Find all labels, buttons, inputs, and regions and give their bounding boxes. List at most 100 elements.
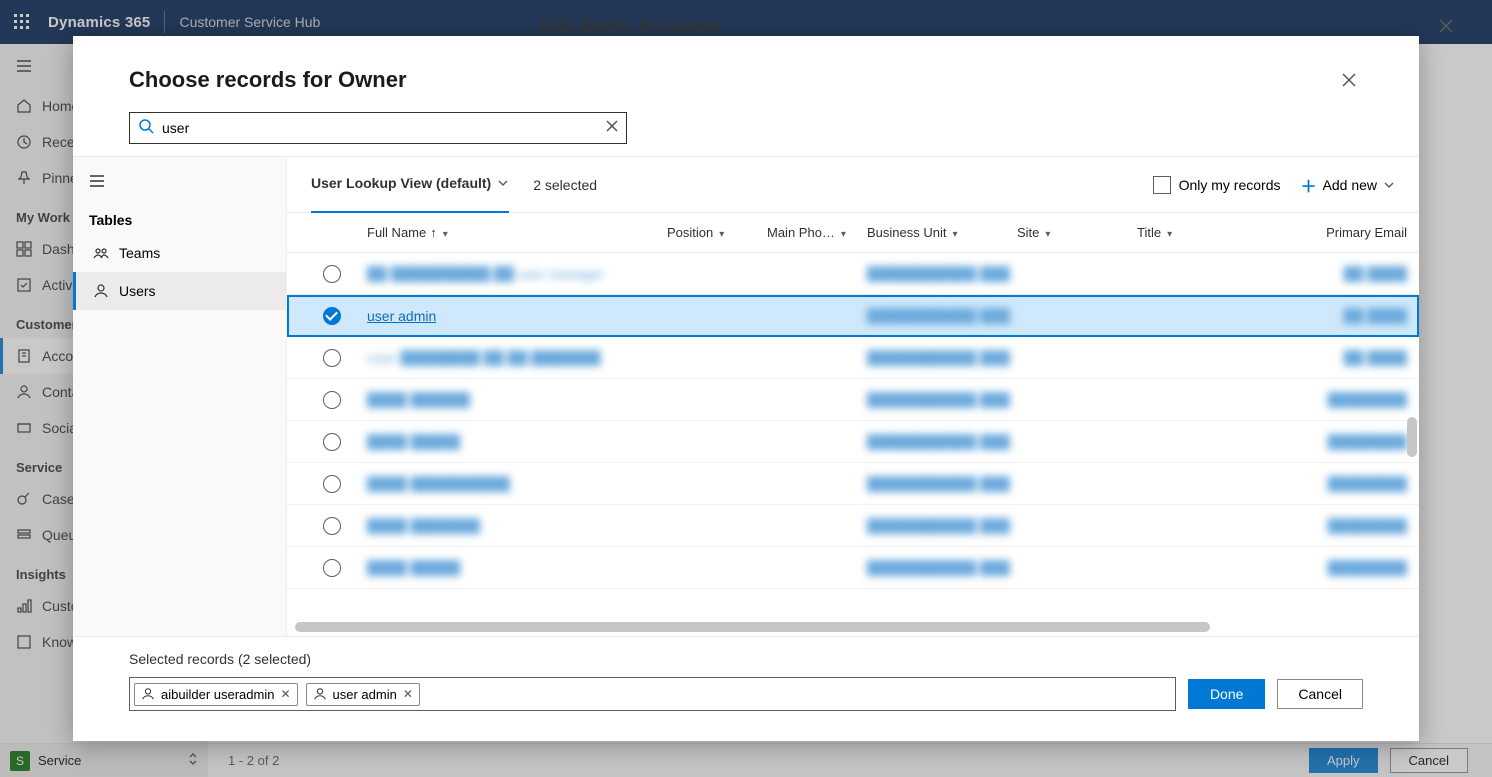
close-icon[interactable] xyxy=(1335,66,1363,94)
selected-count-label: 2 selected xyxy=(533,177,597,193)
column-header-fullname[interactable]: Full Name ↑ xyxy=(367,225,667,240)
person-icon xyxy=(141,687,155,701)
hamburger-icon[interactable] xyxy=(73,165,286,202)
add-new-label: Add new xyxy=(1323,177,1377,193)
cell-email: ██ ████ xyxy=(1237,308,1407,324)
cell-bu: ███████████ ███ xyxy=(867,518,1017,534)
grid-body[interactable]: ██ ██████████ ██ user manager███████████… xyxy=(287,253,1419,622)
cell-email: ████████ xyxy=(1237,518,1407,534)
cell-bu: ███████████ ███ xyxy=(867,434,1017,450)
radio-icon xyxy=(323,433,341,451)
chevron-down-icon xyxy=(497,177,509,189)
cell-bu: ███████████ ███ xyxy=(867,308,1017,324)
plus-icon: ＋ xyxy=(1301,173,1317,197)
cell-email: ██ ████ xyxy=(1237,266,1407,282)
cell-fullname[interactable]: ████ █████ xyxy=(367,434,667,450)
table-row[interactable]: ██ ██████████ ██ user manager ███████████… xyxy=(287,253,1419,295)
cell-email: ████████ xyxy=(1237,476,1407,492)
modal-left-pane: Tables Teams Users xyxy=(73,157,287,636)
table-item-label: Users xyxy=(119,283,156,299)
table-item-users[interactable]: Users xyxy=(73,272,286,310)
cell-email: ████████ xyxy=(1237,434,1407,450)
selected-chips-input[interactable]: aibuilder useradmin ✕ user admin ✕ xyxy=(129,677,1176,711)
only-my-records-checkbox[interactable]: Only my records xyxy=(1153,176,1281,194)
radio-icon xyxy=(323,391,341,409)
radio-icon xyxy=(323,475,341,493)
chevron-down-icon xyxy=(441,225,448,240)
modal-header: Choose records for Owner xyxy=(73,36,1419,112)
chevron-down-icon xyxy=(1165,225,1172,240)
radio-icon xyxy=(323,559,341,577)
chevron-down-icon xyxy=(950,225,957,240)
person-icon xyxy=(313,687,327,701)
cell-bu: ███████████ ███ xyxy=(867,350,1017,366)
column-header-bu[interactable]: Business Unit xyxy=(867,225,1017,240)
cell-email: ████████ xyxy=(1237,560,1407,576)
remove-chip-icon[interactable]: ✕ xyxy=(403,687,413,701)
row-select[interactable] xyxy=(297,349,367,367)
cell-fullname[interactable]: User ████████ ██ ██ ███████ xyxy=(367,350,667,366)
row-select[interactable] xyxy=(297,433,367,451)
column-header-position[interactable]: Position xyxy=(667,225,767,240)
cancel-button[interactable]: Cancel xyxy=(1277,679,1363,709)
view-toolbar: User Lookup View (default) 2 selected On… xyxy=(287,157,1419,213)
radio-icon xyxy=(323,517,341,535)
search-input-wrapper[interactable] xyxy=(129,112,627,144)
column-header-phone[interactable]: Main Pho… xyxy=(767,225,867,240)
table-row[interactable]: ████ ████████████████ ███████████ xyxy=(287,547,1419,589)
vertical-scrollbar[interactable] xyxy=(1407,417,1417,457)
column-header-title[interactable]: Title xyxy=(1137,225,1237,240)
modal-body: Tables Teams Users User Lookup View (def… xyxy=(73,156,1419,636)
selected-records-label: Selected records (2 selected) xyxy=(129,651,1363,667)
cell-bu: ███████████ ███ xyxy=(867,392,1017,408)
selected-chip[interactable]: user admin ✕ xyxy=(306,683,420,706)
cell-fullname[interactable]: ██ ██████████ ██ user manager xyxy=(367,266,667,282)
cell-fullname[interactable]: user admin xyxy=(367,308,667,324)
clear-icon[interactable] xyxy=(606,119,618,137)
view-selector[interactable]: User Lookup View (default) xyxy=(311,157,509,213)
checkbox-icon xyxy=(1153,176,1171,194)
cell-bu: ███████████ ███ xyxy=(867,476,1017,492)
lookup-modal: Choose records for Owner Tables Teams Us… xyxy=(73,36,1419,741)
row-select[interactable] xyxy=(297,391,367,409)
row-select[interactable] xyxy=(297,265,367,283)
cell-fullname[interactable]: ████ ███████ xyxy=(367,518,667,534)
cell-fullname[interactable]: ████ █████ xyxy=(367,560,667,576)
row-select[interactable] xyxy=(297,517,367,535)
search-input[interactable] xyxy=(162,120,598,136)
search-icon xyxy=(138,118,154,139)
table-row[interactable]: ████ ███████ ███████████ ███ ████████ xyxy=(287,505,1419,547)
cell-fullname[interactable]: ████ ██████████ xyxy=(367,476,667,492)
table-row[interactable]: ████ ██████ ███████████ ███ ████████ xyxy=(287,379,1419,421)
cell-fullname[interactable]: ████ ██████ xyxy=(367,392,667,408)
done-button[interactable]: Done xyxy=(1188,679,1265,709)
chevron-down-icon xyxy=(1383,179,1395,191)
row-select[interactable] xyxy=(297,475,367,493)
table-row[interactable]: user admin ███████████ ███ ██ ████ xyxy=(287,295,1419,337)
only-my-records-label: Only my records xyxy=(1179,177,1281,193)
grid-header: Full Name ↑ Position Main Pho… Business … xyxy=(287,213,1419,253)
cell-email: ████████ xyxy=(1237,392,1407,408)
horizontal-scrollbar[interactable] xyxy=(287,622,1419,636)
chip-label: aibuilder useradmin xyxy=(161,687,274,702)
add-new-button[interactable]: ＋ Add new xyxy=(1301,173,1396,197)
modal-footer: Selected records (2 selected) aibuilder … xyxy=(73,636,1419,741)
radio-icon xyxy=(323,265,341,283)
column-header-email[interactable]: Primary Email xyxy=(1237,225,1407,240)
table-item-teams[interactable]: Teams xyxy=(73,234,286,272)
row-select[interactable] xyxy=(297,307,367,325)
table-row[interactable]: ████ ██████████ ███████████ ███ ████████ xyxy=(287,463,1419,505)
chevron-down-icon xyxy=(717,225,724,240)
chevron-down-icon xyxy=(1043,225,1050,240)
sort-asc-icon: ↑ xyxy=(430,225,437,240)
column-header-site[interactable]: Site xyxy=(1017,225,1137,240)
chip-label: user admin xyxy=(333,687,397,702)
selected-chip[interactable]: aibuilder useradmin ✕ xyxy=(134,683,298,706)
table-row[interactable]: User ████████ ██ ██ ███████ ███████████ █… xyxy=(287,337,1419,379)
table-row[interactable]: ████ █████ ███████████ ███ ████████ xyxy=(287,421,1419,463)
remove-chip-icon[interactable]: ✕ xyxy=(280,687,290,701)
cell-bu: ███████████ ███ xyxy=(867,266,1017,282)
row-select[interactable] xyxy=(297,559,367,577)
modal-right-pane: User Lookup View (default) 2 selected On… xyxy=(287,157,1419,636)
cell-email: ██ ████ xyxy=(1237,350,1407,366)
